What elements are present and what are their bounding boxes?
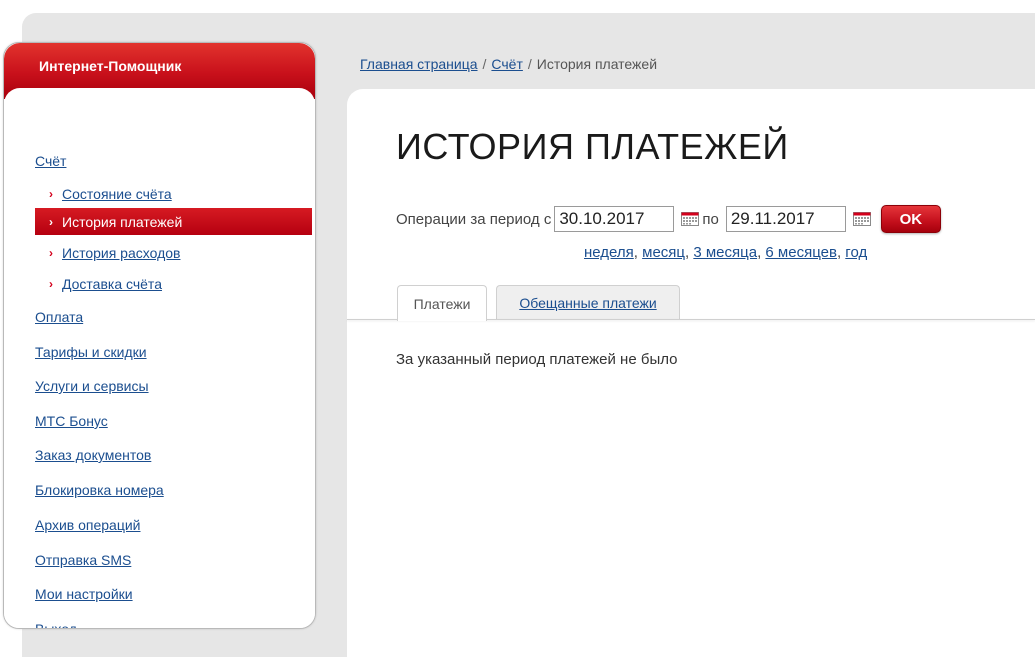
sidebar-item-documents[interactable]: Заказ документов [35, 447, 151, 463]
date-to-input[interactable] [725, 206, 846, 232]
breadcrumb-separator: / [527, 56, 532, 72]
period-label: Операции за период с [396, 210, 552, 228]
sidebar-subitem-label: Состояние счёта [62, 185, 172, 202]
calendar-icon[interactable] [852, 212, 871, 226]
sidebar-menu: Счёт › Состояние счёта › История платеже… [4, 88, 315, 628]
tab-promised-payments[interactable]: Обещанные платежи [496, 285, 680, 320]
sidebar-item-number-block[interactable]: Блокировка номера [35, 482, 164, 498]
main-content-panel [347, 89, 1035, 657]
sidebar-item-mts-bonus[interactable]: МТС Бонус [35, 413, 108, 429]
quick-period-links: неделя, месяц, 3 месяца, 6 месяцев, год [584, 244, 868, 261]
chevron-right-icon: › [49, 276, 53, 291]
period-link-year[interactable]: год [845, 244, 867, 261]
sidebar-subitem-label: История расходов [62, 244, 181, 261]
sidebar-item-operations-archive[interactable]: Архив операций [35, 517, 141, 533]
chevron-right-icon: › [49, 245, 53, 260]
sidebar-item-payment[interactable]: Оплата [35, 309, 83, 325]
breadcrumb-separator: / [482, 56, 487, 72]
breadcrumb: Главная страница / Счёт / История платежей [360, 56, 657, 72]
sidebar-subitem-account-status[interactable]: › Состояние счёта [35, 180, 312, 207]
sidebar-item-send-sms[interactable]: Отправка SMS [35, 552, 131, 568]
to-label: по [702, 210, 719, 228]
sidebar-item-settings[interactable]: Мои настройки [35, 586, 133, 602]
calendar-icon[interactable] [681, 212, 700, 226]
sidebar-subitem-expense-history[interactable]: › История расходов [35, 239, 312, 266]
period-link-3-months[interactable]: 3 месяца [693, 244, 757, 261]
sidebar-item-tariffs[interactable]: Тарифы и скидки [35, 344, 147, 360]
period-link-week[interactable]: неделя [584, 244, 634, 261]
breadcrumb-current: История платежей [536, 56, 658, 72]
empty-state-message: За указанный период платежей не было [396, 351, 678, 368]
period-link-6-months[interactable]: 6 месяцев [765, 244, 837, 261]
sidebar-item-services[interactable]: Услуги и сервисы [35, 378, 149, 394]
period-link-month[interactable]: месяц [642, 244, 685, 261]
ok-button[interactable]: OK [880, 205, 941, 233]
tab-payments[interactable]: Платежи [397, 285, 487, 321]
sidebar-item-account[interactable]: Счёт [35, 153, 66, 169]
chevron-right-icon: › [49, 214, 53, 229]
sidebar-subitem-payment-history[interactable]: › История платежей [35, 208, 312, 235]
period-selector: Операции за период с по OK [396, 204, 941, 234]
breadcrumb-home-link[interactable]: Главная страница [360, 56, 478, 72]
breadcrumb-account-link[interactable]: Счёт [491, 56, 522, 72]
page-title: ИСТОРИЯ ПЛАТЕЖЕЙ [396, 126, 789, 167]
chevron-right-icon: › [49, 186, 53, 201]
sidebar-subitem-label: История платежей [62, 213, 183, 230]
sidebar-item-logout[interactable]: Выход [35, 621, 77, 628]
sidebar-subitem-label: Доставка счёта [62, 275, 162, 292]
sidebar: Интернет-Помощник Счёт › Состояние счёта… [3, 42, 316, 629]
sidebar-subitem-bill-delivery[interactable]: › Доставка счёта [35, 270, 312, 297]
date-from-input[interactable] [554, 206, 675, 232]
sidebar-title: Интернет-Помощник [39, 58, 182, 74]
